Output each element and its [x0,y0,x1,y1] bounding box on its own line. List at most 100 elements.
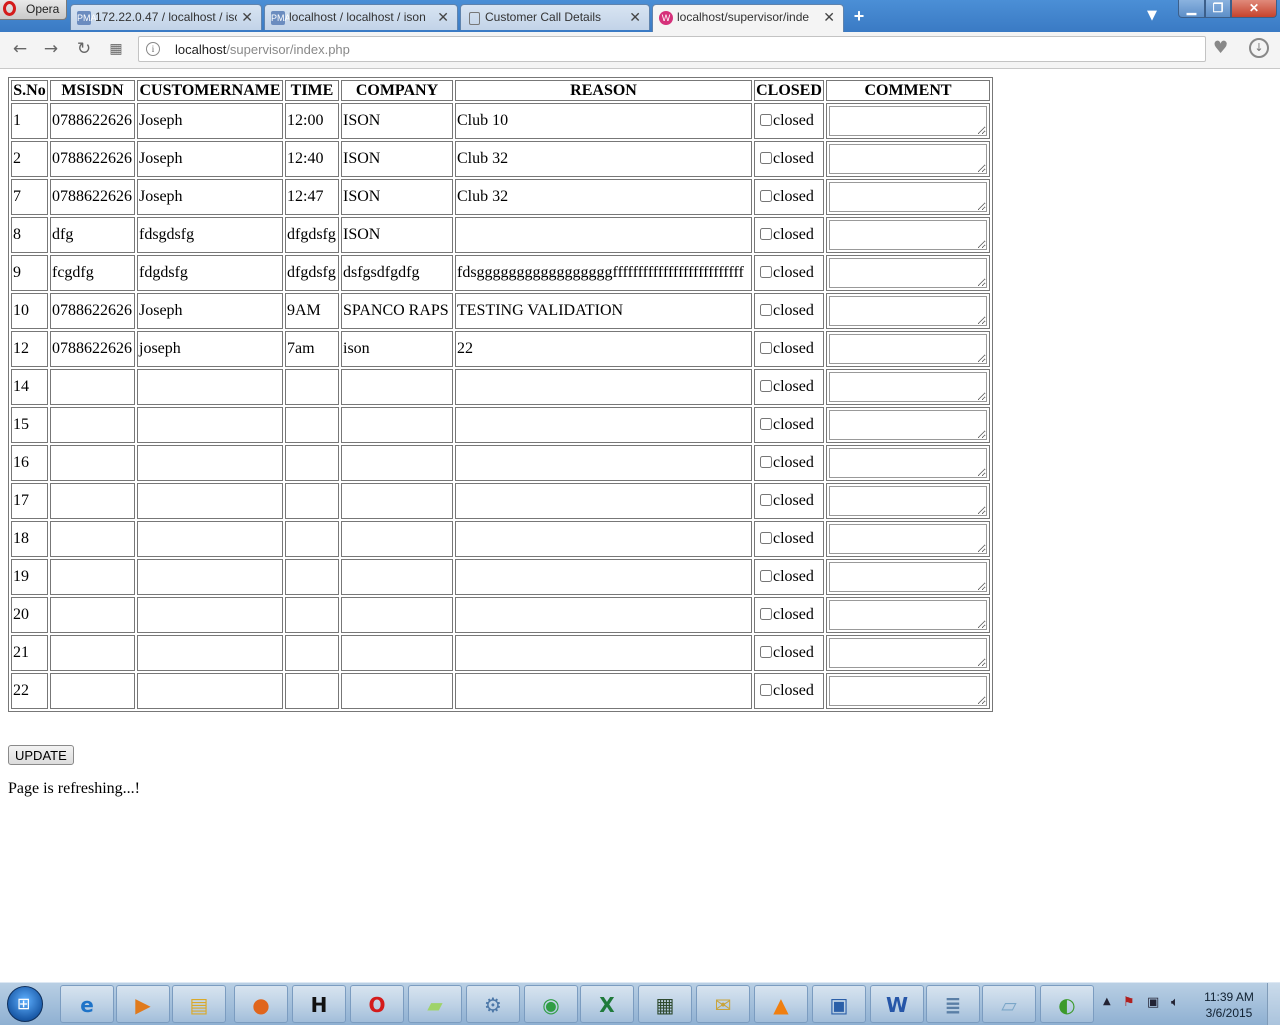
site-info-icon[interactable]: i [146,42,160,56]
close-tab-icon[interactable]: ✕ [629,9,641,26]
closed-checkbox[interactable] [760,342,772,354]
comment-textarea[interactable] [829,220,987,250]
address-url[interactable]: localhost/supervisor/index.php [175,42,350,57]
comment-textarea[interactable] [829,410,987,440]
closed-checkbox[interactable] [760,380,772,392]
volume-icon[interactable]: 🔈︎ [1171,995,1179,1010]
closed-checkbox[interactable] [760,190,772,202]
row-customername [137,673,283,709]
minimize-button[interactable]: ▁ [1178,0,1205,18]
comment-textarea[interactable] [829,182,987,212]
browser-tab-bar: Opera PMA 172.22.0.47 / localhost / isc … [0,0,1280,32]
tab-supervisor-active[interactable]: W localhost/supervisor/inde ✕ [652,4,844,32]
closed-checkbox[interactable] [760,114,772,126]
closed-checkbox[interactable] [760,304,772,316]
show-hidden-icons-icon[interactable]: ▲ [1103,996,1111,1007]
update-button[interactable]: UPDATE [8,745,74,765]
forward-arrow-icon[interactable]: → [40,38,62,60]
closed-checkbox[interactable] [760,152,772,164]
new-tab-button[interactable]: + [850,7,868,25]
row-comment-cell [826,369,990,405]
row-sno: 2 [11,141,48,177]
close-window-button[interactable]: ✕ [1231,0,1277,18]
taskbar-button[interactable]: O [350,985,404,1023]
comment-textarea[interactable] [829,372,987,402]
comment-textarea[interactable] [829,638,987,668]
row-closed-cell: closed [754,445,824,481]
comment-textarea[interactable] [829,258,987,288]
comment-textarea[interactable] [829,676,987,706]
closed-label: closed [773,568,814,585]
taskbar-button[interactable]: X [580,985,634,1023]
taskbar-button[interactable]: ◉ [524,985,578,1023]
network-icon[interactable]: ▣ [1147,995,1159,1010]
comment-textarea[interactable] [829,296,987,326]
closed-label: closed [773,492,814,509]
closed-checkbox[interactable] [760,532,772,544]
closed-label: closed [773,188,814,205]
taskbar-button[interactable]: ▣ [812,985,866,1023]
comment-textarea[interactable] [829,524,987,554]
comment-textarea[interactable] [829,600,987,630]
opera-logo-icon [3,1,16,16]
close-tab-icon[interactable]: ✕ [437,9,449,26]
row-comment-cell [826,483,990,519]
tab-phpmyadmin-remote[interactable]: PMA 172.22.0.47 / localhost / isc ✕ [70,4,262,30]
table-header-row: S.No MSISDN CUSTOMERNAME TIME COMPANY RE… [11,80,990,101]
download-icon[interactable]: ↓ [1249,38,1269,58]
speed-dial-grid-icon[interactable]: ▦ [105,38,127,60]
stash-heart-icon[interactable]: ♥ [1213,38,1228,58]
row-sno: 22 [11,673,48,709]
opera-menu-button[interactable]: Opera [0,0,67,20]
taskbar-button[interactable]: ⚙ [466,985,520,1023]
tab-phpmyadmin-local[interactable]: PMA localhost / localhost / ison ✕ [264,4,458,30]
back-arrow-icon[interactable]: ← [9,38,31,60]
show-desktop-button[interactable] [1267,983,1280,1025]
taskbar-button[interactable]: ◐ [1040,985,1094,1023]
row-company: ISON [341,103,453,139]
closed-checkbox[interactable] [760,494,772,506]
closed-checkbox[interactable] [760,418,772,430]
closed-checkbox[interactable] [760,266,772,278]
header-sno: S.No [11,80,48,101]
comment-textarea[interactable] [829,486,987,516]
taskbar-button[interactable]: ● [234,985,288,1023]
row-reason [455,635,752,671]
taskbar-button[interactable]: ▤ [172,985,226,1023]
taskbar-button[interactable]: ▱ [982,985,1036,1023]
table-row: 10 0788622626 Joseph 9AM SPANCO RAPS TESTING … [11,293,990,329]
taskbar-button[interactable]: ▶ [116,985,170,1023]
remote-desktop-icon: ▣ [829,993,849,1017]
taskbar-button[interactable]: ▦ [638,985,692,1023]
taskbar-button[interactable]: ▰ [408,985,462,1023]
reload-icon[interactable]: ↻ [73,38,95,60]
close-tab-icon[interactable]: ✕ [241,9,253,26]
system-clock[interactable]: 11:39 AM 3/6/2015 [1195,989,1263,1021]
closed-checkbox[interactable] [760,456,772,468]
closed-checkbox[interactable] [760,570,772,582]
comment-textarea[interactable] [829,106,987,136]
taskbar-button[interactable]: ≣ [926,985,980,1023]
closed-checkbox[interactable] [760,608,772,620]
taskbar-button[interactable]: ▲ [754,985,808,1023]
action-center-flag-icon[interactable]: ⚑ [1123,995,1135,1010]
comment-textarea[interactable] [829,144,987,174]
tab-menu-icon[interactable]: ▼ [1147,8,1157,23]
maximize-button[interactable]: ❐ [1205,0,1231,18]
comment-textarea[interactable] [829,448,987,478]
close-tab-icon[interactable]: ✕ [823,9,835,26]
tab-customer-call-details[interactable]: Customer Call Details ✕ [460,4,650,30]
taskbar-button[interactable]: H [292,985,346,1023]
closed-checkbox[interactable] [760,646,772,658]
start-button[interactable]: ⊞ [7,986,43,1022]
comment-textarea[interactable] [829,334,987,364]
taskbar-button[interactable]: ✉ [696,985,750,1023]
comment-textarea[interactable] [829,562,987,592]
row-msisdn [50,483,135,519]
address-bar[interactable]: i localhost/supervisor/index.php [138,36,1206,62]
taskbar-button[interactable]: e [60,985,114,1023]
taskbar-button[interactable]: W [870,985,924,1023]
row-reason: 22 [455,331,752,367]
closed-checkbox[interactable] [760,228,772,240]
closed-checkbox[interactable] [760,684,772,696]
